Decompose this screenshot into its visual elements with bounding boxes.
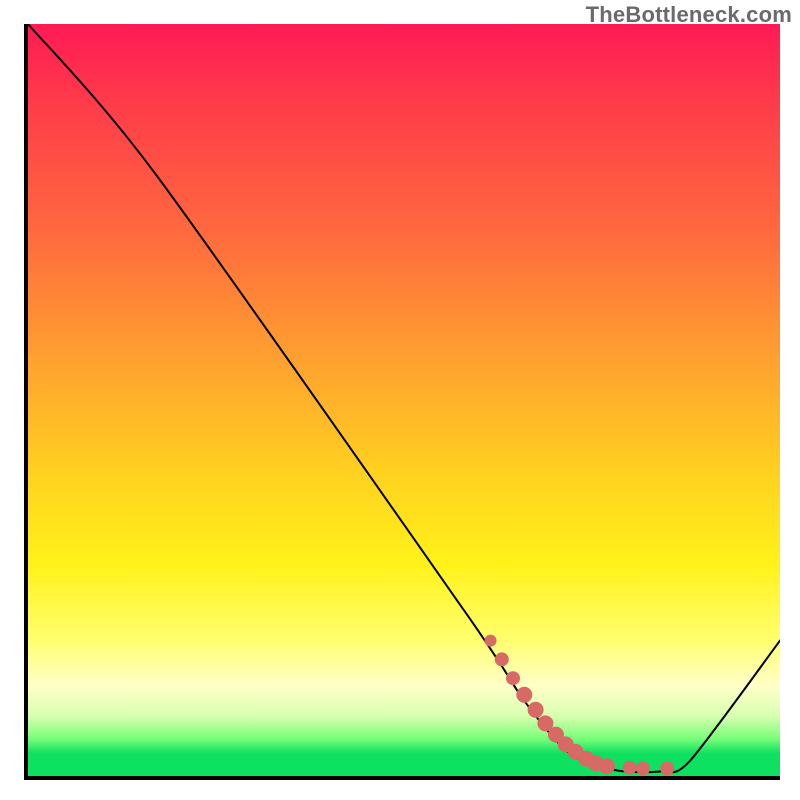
chart-container: TheBottleneck.com (0, 0, 800, 800)
data-mark (516, 687, 532, 703)
data-mark (528, 702, 544, 718)
plot-area (24, 24, 780, 780)
data-mark (495, 652, 509, 666)
data-mark (660, 762, 674, 776)
data-mark (599, 758, 615, 774)
data-mark (485, 635, 497, 647)
chart-marks (28, 24, 780, 776)
data-mark (623, 761, 637, 775)
data-mark (506, 671, 520, 685)
watermark-text: TheBottleneck.com (586, 2, 792, 28)
data-mark (636, 762, 650, 776)
